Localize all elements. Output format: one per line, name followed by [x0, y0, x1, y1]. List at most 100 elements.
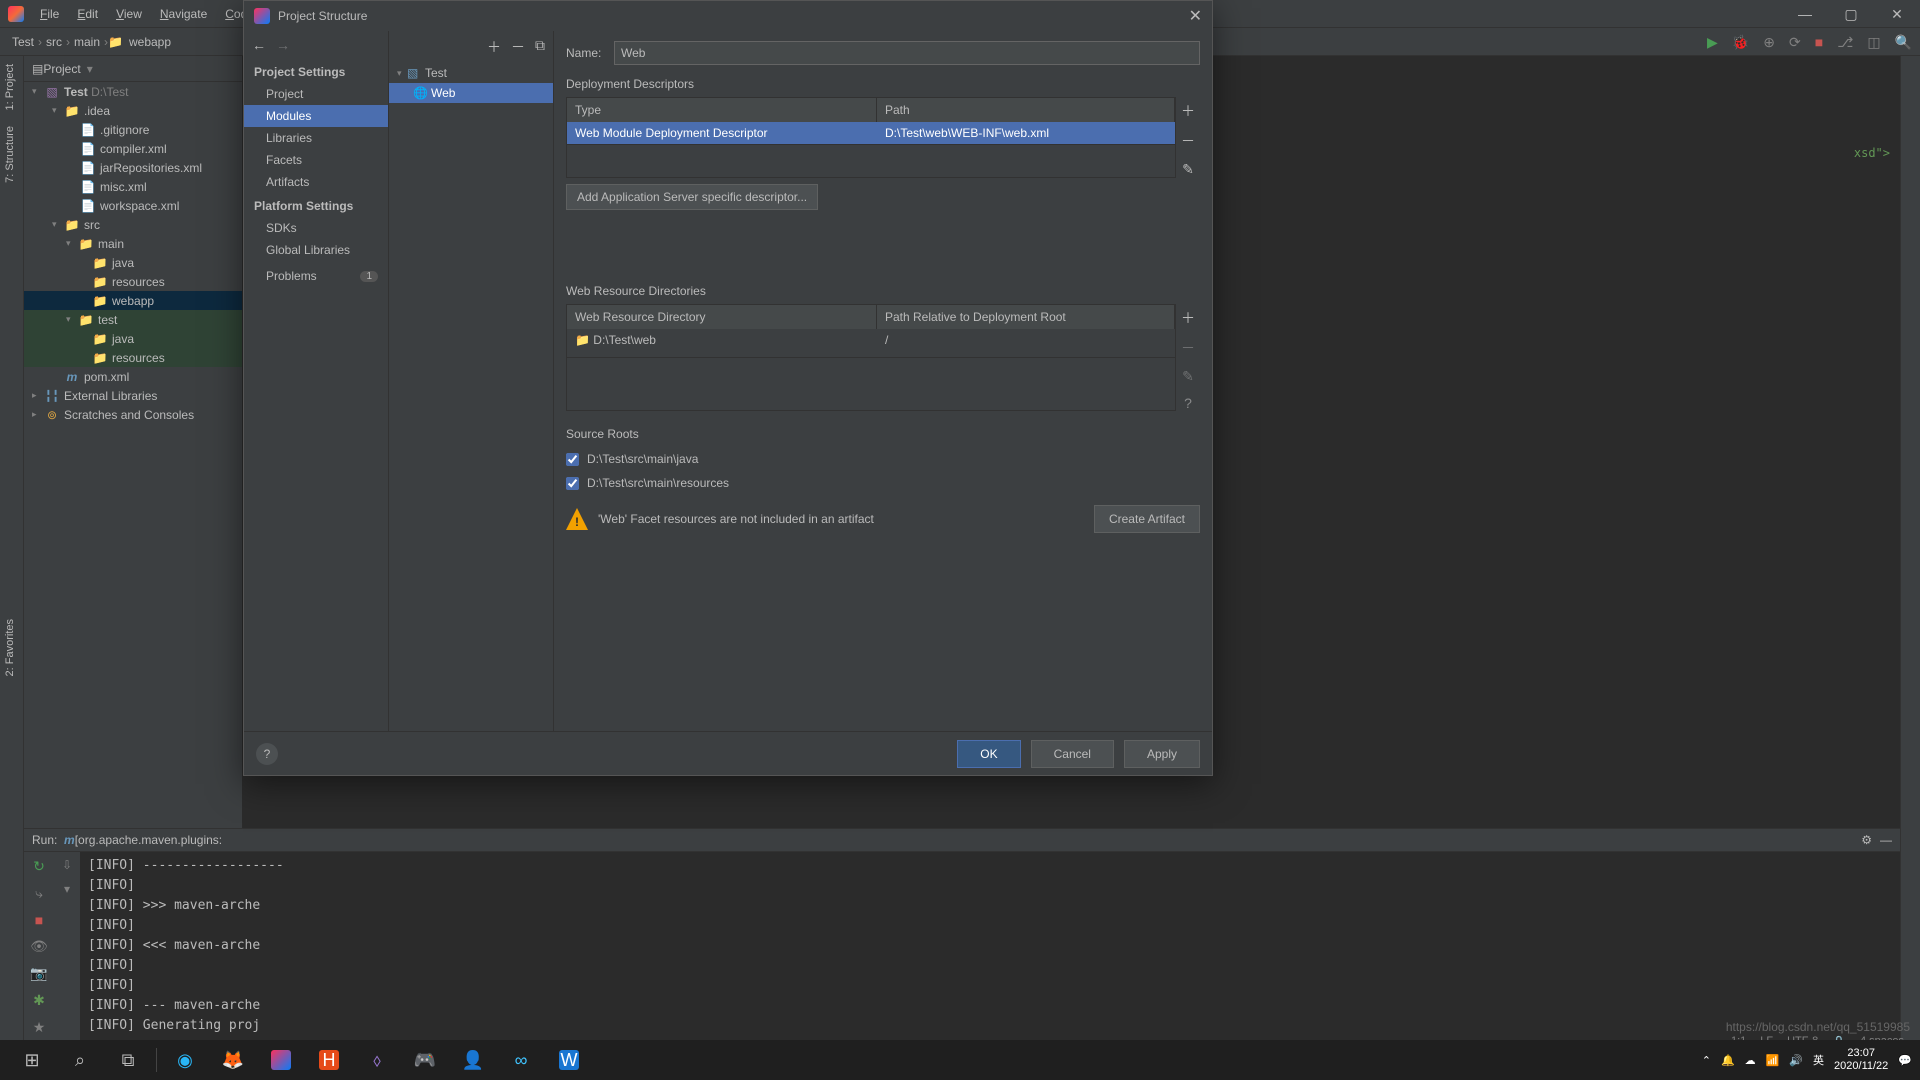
sidebar-item-project[interactable]: Project [244, 83, 388, 105]
view-icon[interactable]: 👁 [30, 938, 48, 955]
app-icon-3[interactable]: ∞ [497, 1040, 545, 1080]
taskbar-clock[interactable]: 23:07 2020/11/22 [1834, 1047, 1888, 1073]
chevron-down-icon[interactable]: ▾ [87, 62, 93, 76]
edge-icon[interactable]: ◉ [161, 1040, 209, 1080]
tree-misc[interactable]: misc.xml [100, 180, 147, 194]
apply-button[interactable]: Apply [1124, 740, 1200, 768]
search-taskbar-icon[interactable]: ⌕ [56, 1040, 104, 1080]
minimize-panel-icon[interactable]: — [1880, 833, 1892, 847]
stop-run-icon[interactable]: ■ [35, 912, 43, 928]
back-icon[interactable]: ← [252, 37, 266, 53]
search-icon[interactable]: 🔍 [1895, 34, 1912, 51]
tree-compiler[interactable]: compiler.xml [100, 142, 167, 156]
wrd-help-icon[interactable]: ? [1184, 395, 1192, 411]
tree-test[interactable]: test [98, 313, 117, 327]
breadcrumb-main[interactable]: main [70, 35, 104, 49]
breadcrumb-webapp[interactable]: webapp [125, 35, 175, 49]
tree-arrow-icon[interactable]: ▾ [64, 882, 70, 896]
cancel-button[interactable]: Cancel [1031, 740, 1114, 768]
sidebar-item-libraries[interactable]: Libraries [244, 127, 388, 149]
name-input[interactable] [614, 41, 1200, 65]
run-icon[interactable]: ▶ [1707, 34, 1718, 51]
attach-icon[interactable]: ⤷ [35, 885, 43, 902]
tree-java[interactable]: java [112, 256, 134, 270]
dialog-titlebar[interactable]: Project Structure ✕ [244, 1, 1212, 31]
sidebar-item-facets[interactable]: Facets [244, 149, 388, 171]
tray-ime-icon[interactable]: 英 [1813, 1052, 1824, 1068]
dd-remove-icon[interactable]: － [1181, 131, 1195, 151]
sidebar-item-artifacts[interactable]: Artifacts [244, 171, 388, 193]
tree-webapp[interactable]: webapp [112, 294, 154, 308]
tree-src[interactable]: src [84, 218, 100, 232]
tree-gitignore[interactable]: .gitignore [100, 123, 149, 137]
wrd-table[interactable]: Web Resource Directory Path Relative to … [566, 304, 1176, 358]
module-test[interactable]: ▾▧Test [389, 63, 553, 83]
wps-icon[interactable]: W [545, 1040, 593, 1080]
create-artifact-button[interactable]: Create Artifact [1094, 505, 1200, 533]
app-icon-2[interactable]: 👤 [449, 1040, 497, 1080]
coverage-icon[interactable]: ⊕ [1763, 34, 1775, 51]
src-root-2-checkbox[interactable] [566, 477, 579, 490]
tree-scratches[interactable]: Scratches and Consoles [64, 408, 194, 422]
gear-icon[interactable]: ⚙ [1861, 833, 1872, 847]
run-console[interactable]: [INFO] ------------------ [INFO] [INFO] … [80, 852, 1900, 1044]
close-icon[interactable]: ✕ [1874, 0, 1920, 28]
module-web[interactable]: 🌐Web [389, 83, 553, 103]
dialog-close-icon[interactable]: ✕ [1189, 6, 1202, 26]
tray-icon-2[interactable]: ☁ [1745, 1054, 1756, 1067]
breadcrumb-src[interactable]: src [42, 35, 66, 49]
sidebar-item-problems[interactable]: Problems 1 [244, 261, 388, 287]
minimize-icon[interactable]: — [1782, 0, 1828, 28]
project-tree[interactable]: ▾▧Test D:\Test ▾📁.idea 📄.gitignore 📄comp… [24, 82, 242, 828]
src-root-1[interactable]: D:\Test\src\main\java [566, 447, 1200, 471]
copy-module-icon[interactable]: ⧉ [535, 37, 545, 57]
tree-resources2[interactable]: resources [112, 351, 165, 365]
remove-module-icon[interactable]: － [511, 37, 525, 57]
menu-file[interactable]: File [32, 3, 67, 25]
add-module-icon[interactable]: ＋ [487, 37, 501, 57]
tray-volume-icon[interactable]: 🔊 [1789, 1054, 1803, 1067]
app-h-icon[interactable]: H [305, 1040, 353, 1080]
vscode-icon[interactable]: ⬨ [353, 1040, 401, 1080]
tree-workspace[interactable]: workspace.xml [100, 199, 179, 213]
tree-root[interactable]: Test [64, 85, 88, 99]
wrd-add-icon[interactable]: ＋ [1181, 308, 1195, 328]
dd-add-icon[interactable]: ＋ [1181, 101, 1195, 121]
tree-java2[interactable]: java [112, 332, 134, 346]
profile-icon[interactable]: ⟳ [1789, 34, 1801, 51]
menu-edit[interactable]: Edit [69, 3, 106, 25]
task-view-icon[interactable]: ⧉ [104, 1040, 152, 1080]
start-button[interactable]: ⊞ [8, 1040, 56, 1080]
add-descriptor-button[interactable]: Add Application Server specific descript… [566, 184, 818, 210]
tree-resources[interactable]: resources [112, 275, 165, 289]
scroll-icon[interactable]: ⇩ [62, 858, 72, 872]
run-config[interactable]: [org.apache.maven.plugins: [75, 833, 222, 847]
dd-edit-icon[interactable]: ✎ [1182, 161, 1194, 178]
tab-project[interactable]: 1: Project [0, 56, 20, 118]
firefox-icon[interactable]: 🦊 [209, 1040, 257, 1080]
bug-icon[interactable]: ✱ [33, 992, 45, 1009]
tree-jarrepo[interactable]: jarRepositories.xml [100, 161, 202, 175]
tab-structure[interactable]: 7: Structure [0, 118, 20, 191]
menu-navigate[interactable]: Navigate [152, 3, 215, 25]
src-root-1-checkbox[interactable] [566, 453, 579, 466]
vcs-icon[interactable]: ⎇ [1837, 34, 1853, 51]
dd-row[interactable]: Web Module Deployment Descriptor D:\Test… [567, 122, 1175, 144]
tree-extlib[interactable]: External Libraries [64, 389, 157, 403]
tray-icon-1[interactable]: 🔔 [1721, 1054, 1735, 1067]
dd-table[interactable]: Type Path Web Module Deployment Descript… [566, 97, 1176, 145]
camera-icon[interactable]: 📷 [30, 965, 47, 982]
wrd-row[interactable]: 📁 D:\Test\web / [567, 329, 1175, 351]
breadcrumb-project[interactable]: Test [8, 35, 38, 49]
src-root-2[interactable]: D:\Test\src\main\resources [566, 471, 1200, 495]
sidebar-item-global-libraries[interactable]: Global Libraries [244, 239, 388, 261]
sidebar-item-sdks[interactable]: SDKs [244, 217, 388, 239]
tree-pom[interactable]: pom.xml [84, 370, 129, 384]
tree-idea[interactable]: .idea [84, 104, 110, 118]
menu-view[interactable]: View [108, 3, 150, 25]
star-icon[interactable]: ★ [33, 1019, 46, 1036]
tab-favorites[interactable]: 2: Favorites [0, 611, 20, 684]
maximize-icon[interactable]: ▢ [1828, 0, 1874, 28]
split-icon[interactable]: ◫ [1867, 34, 1880, 51]
app-icon-1[interactable]: 🎮 [401, 1040, 449, 1080]
